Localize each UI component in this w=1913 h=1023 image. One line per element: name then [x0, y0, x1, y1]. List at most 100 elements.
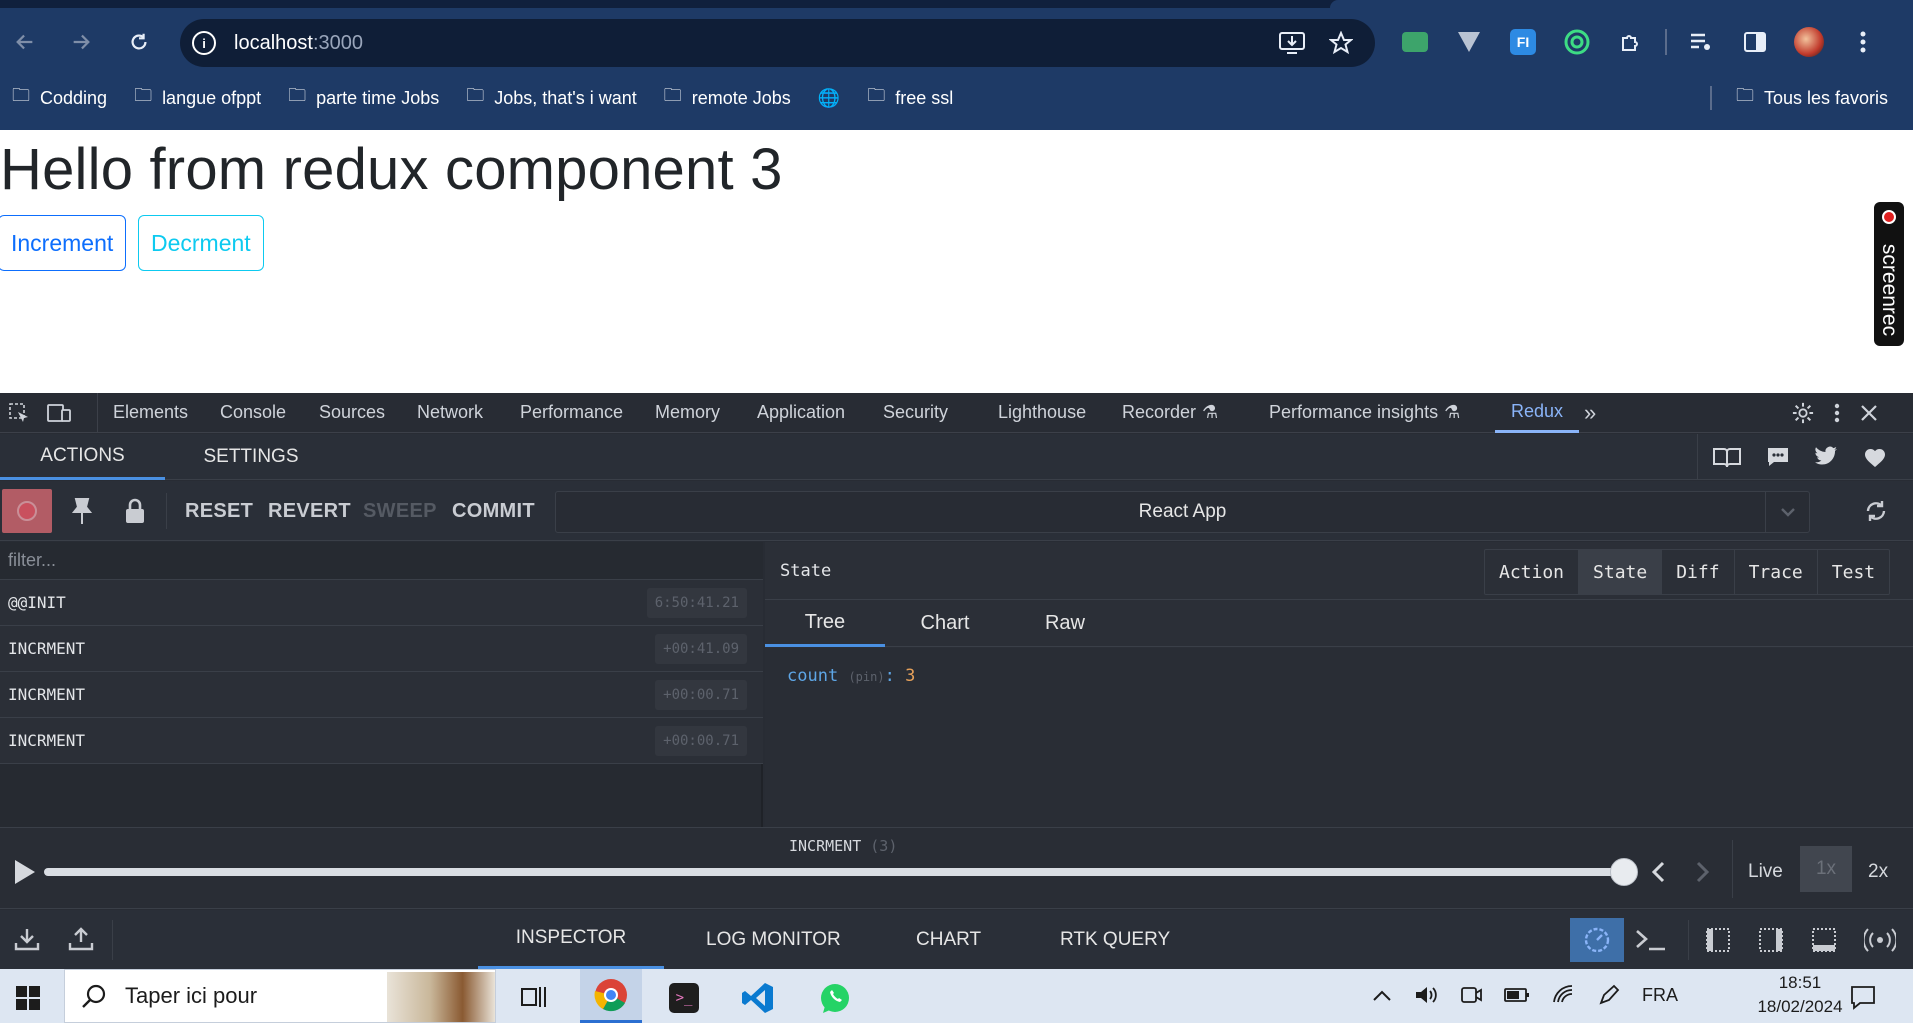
devtools-menu-icon[interactable]: [1834, 403, 1840, 423]
filter-input[interactable]: filter...: [0, 542, 763, 580]
speed-1x-button[interactable]: 1x: [1800, 846, 1852, 892]
back-button[interactable]: [8, 25, 42, 59]
close-devtools-icon[interactable]: [1860, 404, 1878, 422]
bookmark-codding[interactable]: 🗀 Codding: [12, 80, 107, 116]
persist-button[interactable]: [1570, 918, 1624, 962]
taskbar-chrome[interactable]: [580, 969, 642, 1023]
bookmark-star-icon[interactable]: [1329, 31, 1353, 55]
play-icon[interactable]: [12, 858, 36, 886]
meet-now-icon[interactable]: [1460, 984, 1482, 1006]
action-row[interactable]: @@INIT 6:50:41.21: [0, 580, 763, 626]
install-app-icon[interactable]: [1279, 31, 1305, 55]
tab-raw[interactable]: Raw: [1005, 601, 1125, 647]
monitor-log[interactable]: LOG MONITOR: [686, 910, 861, 969]
bookmark-remote-jobs[interactable]: 🗀 remote Jobs: [664, 80, 791, 116]
twitter-icon[interactable]: [1814, 446, 1838, 468]
tab-console[interactable]: Console: [220, 393, 286, 433]
bookmark-parte-time-jobs[interactable]: 🗀 parte time Jobs: [288, 80, 439, 116]
speed-2x-button[interactable]: 2x: [1868, 861, 1888, 883]
live-button[interactable]: Live: [1748, 861, 1783, 883]
device-toolbar-icon[interactable]: [46, 402, 72, 424]
battery-icon[interactable]: [1504, 985, 1530, 1005]
tab-network[interactable]: Network: [417, 393, 483, 433]
task-view-icon[interactable]: [520, 983, 548, 1011]
slider-handle[interactable]: [1610, 858, 1638, 886]
forward-button[interactable]: [64, 25, 98, 59]
instance-select[interactable]: React App: [555, 491, 1810, 533]
volume-icon[interactable]: [1414, 984, 1438, 1006]
tab-sources[interactable]: Sources: [319, 393, 385, 433]
windows-start-icon[interactable]: [16, 986, 40, 1010]
action-row[interactable]: INCRMENT +00:00.71: [0, 672, 763, 718]
language-indicator[interactable]: FRA: [1642, 985, 1678, 1006]
tab-tree[interactable]: Tree: [765, 601, 885, 647]
bookmark-globe[interactable]: 🌐: [818, 80, 840, 116]
view-action-button[interactable]: Action: [1485, 550, 1580, 594]
tab-recorder[interactable]: Recorder ⚗: [1122, 393, 1218, 433]
profile-avatar[interactable]: [1789, 22, 1829, 62]
step-back-icon[interactable]: [1648, 860, 1668, 884]
all-bookmarks-button[interactable]: 🗀 Tous les favoris: [1736, 80, 1888, 116]
sweep-button[interactable]: SWEEP: [363, 500, 437, 523]
docs-book-icon[interactable]: [1712, 445, 1742, 469]
clock[interactable]: 18:51 18/02/2024: [1740, 973, 1860, 1017]
settings-gear-icon[interactable]: [1792, 402, 1814, 424]
revert-button[interactable]: REVERT: [268, 500, 351, 523]
tab-elements[interactable]: Elements: [113, 393, 188, 433]
tab-chart[interactable]: Chart: [885, 601, 1005, 647]
discord-chat-icon[interactable]: [1766, 446, 1790, 468]
bookmark-langue-ofppt[interactable]: 🗀 langue ofppt: [134, 80, 261, 116]
step-forward-icon[interactable]: [1693, 860, 1713, 884]
sync-icon[interactable]: [1864, 499, 1888, 523]
reset-button[interactable]: RESET: [185, 500, 253, 523]
monitor-rtk-query[interactable]: RTK QUERY: [1040, 910, 1190, 969]
mail-extension-icon[interactable]: [1395, 22, 1435, 62]
view-diff-button[interactable]: Diff: [1662, 550, 1735, 594]
subtab-actions[interactable]: ACTIONS: [0, 434, 165, 480]
bookmark-jobs-want[interactable]: 🗀 Jobs, that's i want: [466, 80, 637, 116]
chrome-menu-icon[interactable]: [1843, 22, 1883, 62]
dock-bottom-icon[interactable]: [1811, 927, 1837, 953]
vue-extension-icon[interactable]: [1449, 22, 1489, 62]
target-extension-icon[interactable]: [1557, 22, 1597, 62]
notifications-icon[interactable]: [1850, 984, 1876, 1010]
heart-icon[interactable]: [1862, 446, 1888, 468]
wifi-icon[interactable]: [1552, 984, 1576, 1006]
chevron-up-icon[interactable]: [1372, 988, 1392, 1002]
tab-lighthouse[interactable]: Lighthouse: [998, 393, 1086, 433]
dock-left-icon[interactable]: [1705, 927, 1731, 953]
pen-icon[interactable]: [1598, 984, 1620, 1006]
tab-memory[interactable]: Memory: [655, 393, 720, 433]
export-icon[interactable]: [68, 927, 94, 951]
pin-icon[interactable]: [70, 497, 94, 525]
tab-redux[interactable]: Redux: [1495, 393, 1579, 433]
action-row[interactable]: INCRMENT +00:00.71: [0, 718, 763, 764]
increment-button[interactable]: Increment: [0, 215, 127, 271]
more-tabs-icon[interactable]: »: [1584, 393, 1596, 433]
import-icon[interactable]: [14, 927, 40, 951]
view-trace-button[interactable]: Trace: [1735, 550, 1818, 594]
reload-button[interactable]: [122, 25, 156, 59]
whatsapp-icon[interactable]: [818, 982, 852, 1016]
view-test-button[interactable]: Test: [1818, 550, 1889, 594]
terminal-app-icon[interactable]: >_: [669, 983, 699, 1013]
remote-signal-icon[interactable]: [1864, 927, 1896, 953]
pin-link[interactable]: (pin): [848, 670, 884, 684]
commit-button[interactable]: COMMIT: [452, 500, 535, 523]
side-panel-icon[interactable]: [1735, 22, 1775, 62]
tab-performance[interactable]: Performance: [520, 393, 623, 433]
monitor-chart[interactable]: CHART: [896, 910, 1001, 969]
address-bar[interactable]: i localhost:3000: [180, 19, 1375, 67]
tab-performance-insights[interactable]: Performance insights ⚗: [1269, 393, 1460, 433]
subtab-settings[interactable]: SETTINGS: [165, 434, 337, 480]
monitor-inspector[interactable]: INSPECTOR: [478, 910, 664, 969]
taskbar-search[interactable]: Taper ici pour: [64, 969, 496, 1023]
view-state-button[interactable]: State: [1579, 550, 1663, 594]
site-info-icon[interactable]: i: [192, 31, 216, 55]
decrement-button[interactable]: Decrment: [138, 215, 264, 271]
tab-application[interactable]: Application: [757, 393, 845, 433]
fi-extension-icon[interactable]: FI: [1503, 22, 1543, 62]
vscode-icon[interactable]: [741, 981, 775, 1015]
screenrec-widget[interactable]: screenrec: [1874, 202, 1904, 346]
record-button[interactable]: [2, 489, 52, 533]
